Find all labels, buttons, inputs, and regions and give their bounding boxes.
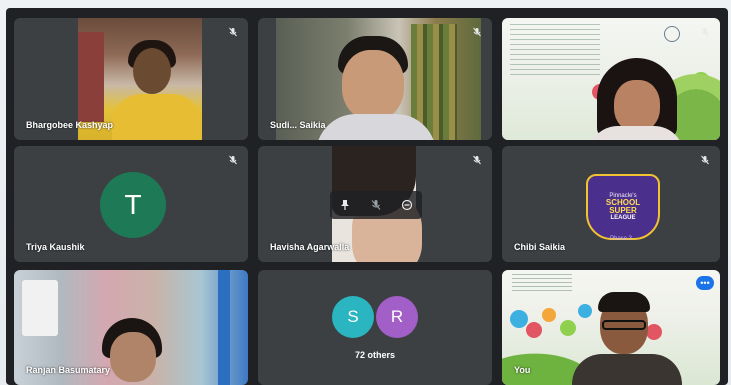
- school-logo: [664, 26, 680, 42]
- badge-line3: LEAGUE: [610, 215, 636, 221]
- balloon: [542, 308, 556, 322]
- participant-name: Chibi Saikia: [514, 242, 566, 252]
- participant-face: [133, 48, 171, 94]
- balloon: [578, 304, 592, 318]
- background-door: [78, 32, 104, 122]
- mic-off-icon: [471, 26, 482, 37]
- participant-tile[interactable]: Havisha Agarwalla: [258, 146, 492, 262]
- school-super-league-logo: Pinnacle's SCHOOL SUPER LEAGUE: [586, 174, 660, 240]
- participant-tile[interactable]: Ranjan Basumatary: [14, 270, 248, 385]
- mic-off-icon: [699, 26, 710, 37]
- tile-controls-overlay: [330, 191, 422, 219]
- participant-face: [110, 332, 156, 382]
- balloon: [526, 322, 542, 338]
- participant-glasses: [602, 320, 646, 330]
- participant-name: Ranjan Basumatary: [26, 365, 111, 375]
- participant-name: Sudi... Saikia: [270, 120, 326, 130]
- avatar-letter: T: [124, 189, 142, 220]
- participant-face: [342, 50, 404, 120]
- balloon: [510, 310, 528, 328]
- participant-tile[interactable]: ••• You: [502, 270, 720, 385]
- participant-hair: [598, 292, 650, 312]
- more-options-icon[interactable]: •••: [696, 276, 714, 290]
- others-tile[interactable]: S R 72 others: [258, 270, 492, 385]
- mic-off-icon[interactable]: [369, 198, 383, 212]
- avatar-letter: R: [390, 307, 404, 326]
- participant-name: Triya Kaushik: [26, 242, 85, 252]
- participant-tile[interactable]: Pinnacle's SCHOOL SUPER LEAGUE Phase 3 C…: [502, 146, 720, 262]
- mic-off-icon: [699, 154, 710, 165]
- virtual-background-text: [512, 274, 572, 294]
- balloon: [560, 320, 576, 336]
- others-count: 72 others: [354, 350, 396, 360]
- mic-off-icon: [471, 154, 482, 165]
- meeting-screenshot: Bhargobee Kashyap Sudi... Saikia T Triya…: [0, 0, 731, 385]
- participant-grid: Bhargobee Kashyap Sudi... Saikia T Triya…: [6, 8, 728, 385]
- pin-icon[interactable]: [338, 198, 352, 212]
- participant-name: Bhargobee Kashyap: [26, 120, 114, 130]
- badge-foot-text: Phase 3: [609, 236, 633, 242]
- participant-shirt: [572, 354, 682, 385]
- participant-avatar: T: [100, 172, 166, 238]
- participant-avatar: R: [376, 296, 418, 338]
- participant-name: Havisha Agarwalla: [270, 242, 350, 252]
- participant-tile[interactable]: Sudi... Saikia: [258, 18, 492, 140]
- background-pole: [218, 270, 230, 385]
- remove-icon[interactable]: [400, 198, 414, 212]
- background-air-cooler: [22, 280, 58, 336]
- participant-avatar: S: [332, 296, 374, 338]
- participant-shirt: [112, 94, 202, 140]
- participant-tile[interactable]: [502, 18, 720, 140]
- avatar-letter: S: [347, 307, 359, 326]
- participant-tile[interactable]: T Triya Kaushik: [14, 146, 248, 262]
- mic-off-icon: [227, 154, 238, 165]
- badge-line2: SUPER: [609, 206, 637, 215]
- participant-tile[interactable]: Bhargobee Kashyap: [14, 18, 248, 140]
- participant-video: [502, 18, 720, 140]
- participant-video: [502, 270, 720, 385]
- virtual-background-text: [510, 24, 600, 79]
- mic-off-icon: [227, 26, 238, 37]
- participant-name: You: [514, 365, 531, 375]
- participant-face: [614, 80, 660, 132]
- balloon: [646, 324, 662, 340]
